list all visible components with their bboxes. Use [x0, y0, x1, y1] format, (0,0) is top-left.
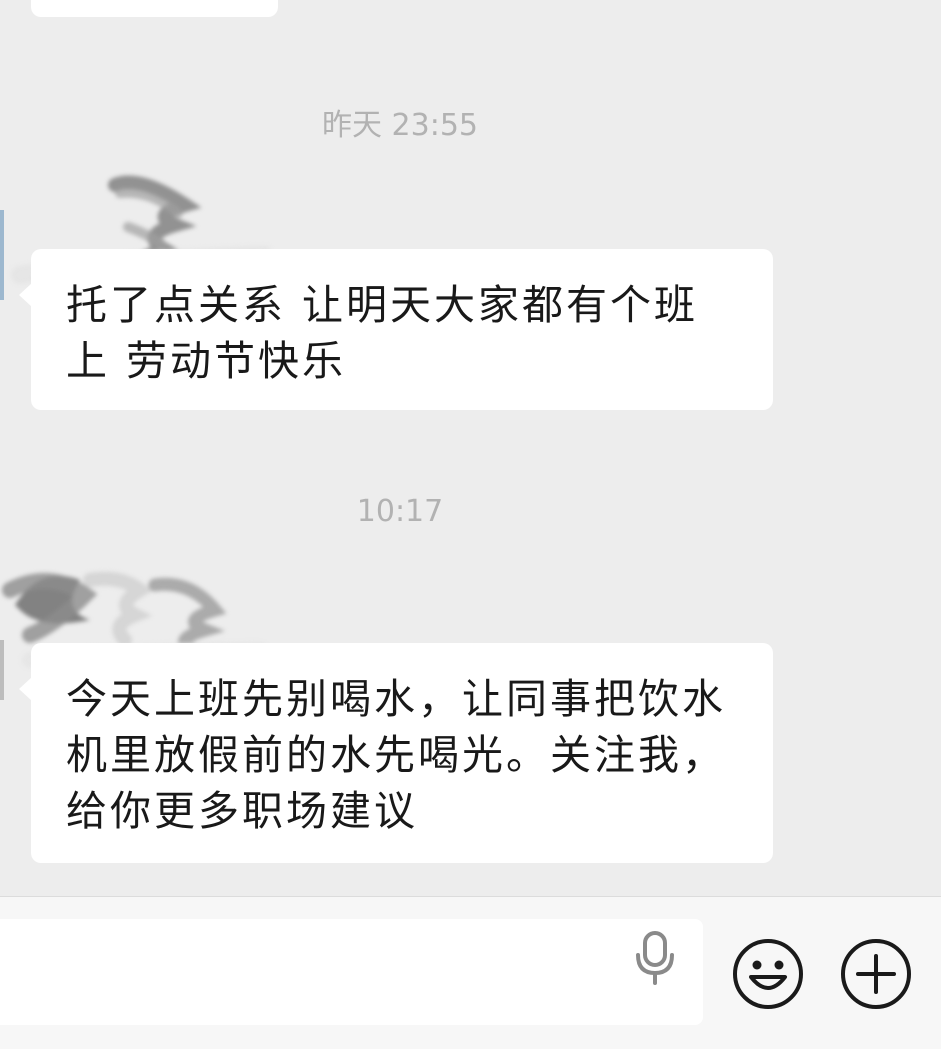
message-timestamp: 昨天 23:55	[322, 108, 478, 143]
input-bar	[0, 896, 941, 1049]
message-text-line: 今天上班先别喝水，让同事把饮水	[66, 675, 726, 723]
plus-icon[interactable]	[839, 937, 913, 1011]
message-text-line: 托了点关系 让明天大家都有个班	[66, 281, 699, 329]
message-bubble[interactable]: 托了点关系 让明天大家都有个班 上 劳动节快乐	[19, 249, 773, 410]
message-list[interactable]: 昨天 23:55 托了点关系 让明天大家都有个班 上 劳动节快乐 10:17 今…	[0, 0, 941, 896]
mic-icon[interactable]	[630, 927, 680, 987]
message-bubble[interactable]: 今天上班先别喝水，让同事把饮水 机里放假前的水先喝光。关注我， 给你更多职场建议	[19, 643, 773, 863]
previous-message-bubble[interactable]	[31, 0, 278, 17]
chat-screen: 昨天 23:55 托了点关系 让明天大家都有个班 上 劳动节快乐 10:17 今…	[0, 0, 941, 1049]
message-timestamp: 10:17	[356, 494, 444, 529]
message-input[interactable]	[0, 919, 703, 1025]
message-text-line: 给你更多职场建议	[66, 787, 418, 835]
emoji-icon[interactable]	[731, 937, 805, 1011]
message-text-line: 机里放假前的水先喝光。关注我，	[66, 731, 726, 779]
message-text-line: 上 劳动节快乐	[66, 337, 347, 385]
